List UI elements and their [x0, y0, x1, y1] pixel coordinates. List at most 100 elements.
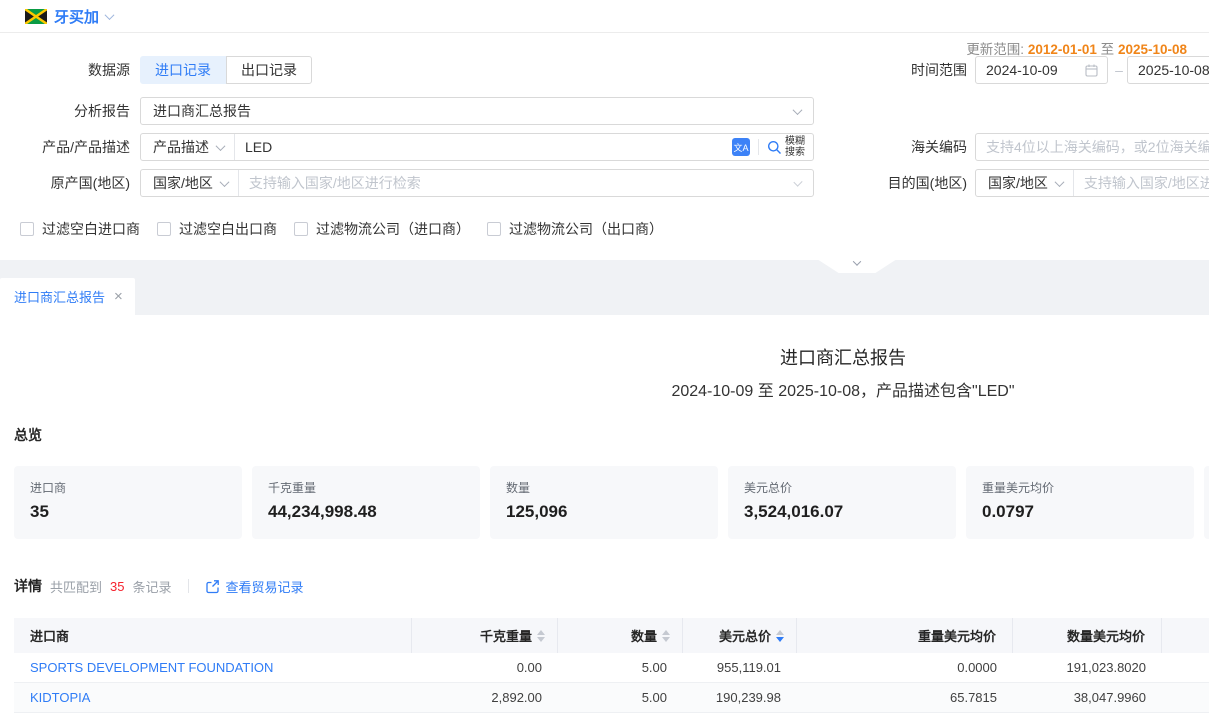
card-label: 重量美元均价 — [982, 479, 1178, 496]
overview-card-kg-weight: 千克重量 44,234,998.48 — [252, 466, 480, 539]
country-switcher[interactable]: 牙买加 — [25, 6, 113, 27]
column-header-usd-total[interactable]: 美元总价 — [683, 618, 797, 653]
tab-export-records[interactable]: 出口记录 — [226, 56, 312, 84]
importer-link[interactable]: SPORTS DEVELOPMENT FOUNDATION — [30, 660, 273, 675]
destination-field-type-select[interactable]: 国家/地区 — [976, 170, 1074, 196]
details-heading: 详情 — [14, 576, 42, 596]
chevron-down-icon — [105, 10, 115, 20]
column-header-usd-per-weight[interactable]: 重量美元均价 — [797, 618, 1013, 653]
destination-composite: 国家/地区 — [975, 169, 1209, 197]
cell-usd-per-weight: 65.7815 — [797, 683, 1013, 713]
cell-importer: SPORTS DEVELOPMENT FOUNDATION — [14, 653, 412, 683]
divider — [758, 139, 759, 155]
checkbox-icon[interactable] — [294, 222, 308, 236]
view-trade-records-link[interactable]: 查看贸易记录 — [205, 577, 304, 596]
column-header-partial — [1162, 618, 1209, 653]
sort-icon[interactable] — [537, 630, 545, 642]
end-date-input[interactable] — [1128, 57, 1209, 83]
divider — [188, 579, 189, 593]
collapse-form-button[interactable] — [817, 259, 897, 273]
product-keyword-input[interactable] — [235, 134, 732, 160]
column-header-importer[interactable]: 进口商 — [14, 618, 412, 653]
card-label: 千克重量 — [268, 479, 464, 496]
card-value: 125,096 — [506, 502, 702, 522]
origin-field-type-select[interactable]: 国家/地区 — [141, 170, 239, 196]
end-date-input-wrap — [1127, 56, 1209, 84]
cell-usd-total: 955,119.01 — [683, 653, 797, 683]
cell-kg-weight: 2,892.00 — [412, 683, 558, 713]
sort-icon-desc-active[interactable] — [776, 630, 784, 642]
sort-icon[interactable] — [662, 630, 670, 642]
translate-icon[interactable]: 文A — [732, 138, 750, 156]
fuzzy-search-button[interactable]: 模糊 搜索 — [767, 136, 813, 158]
report-select-label: 分析报告 — [0, 97, 130, 125]
details-bar: 详情 共匹配到 35 条记录 查看贸易记录 — [14, 576, 304, 596]
overview-card-usd-per-weight: 重量美元均价 0.0797 — [966, 466, 1194, 539]
match-prefix: 共匹配到 — [50, 577, 102, 596]
cell-usd-per-quantity: 191,023.8020 — [1013, 653, 1162, 683]
destination-country-input[interactable] — [1074, 170, 1209, 196]
hs-code-input[interactable] — [976, 134, 1209, 160]
table-header-row: 进口商 千克重量 数量 美元总价 重量美元均价 数量美 — [14, 618, 1209, 653]
tab-import-records[interactable]: 进口记录 — [140, 56, 226, 84]
origin-composite: 国家/地区 — [140, 169, 814, 197]
column-header-kg-weight[interactable]: 千克重量 — [412, 618, 558, 653]
hs-code-label: 海关编码 — [840, 133, 967, 161]
card-label: 美元总价 — [744, 479, 940, 496]
update-range-to: 至 — [1101, 42, 1115, 57]
importers-table: 进口商 千克重量 数量 美元总价 重量美元均价 数量美 — [14, 618, 1209, 713]
card-value: 3,524,016.07 — [744, 502, 940, 522]
magnifier-icon — [767, 140, 782, 155]
overview-cards: 进口商 35 千克重量 44,234,998.48 数量 125,096 美元总… — [14, 466, 1209, 539]
origin-label: 原产国(地区) — [0, 169, 130, 197]
report-select-value: 进口商汇总报告 — [141, 101, 251, 121]
chevron-down-icon — [793, 105, 803, 115]
overview-card-importers: 进口商 35 — [14, 466, 242, 539]
product-field-type-select[interactable]: 产品描述 — [141, 134, 235, 160]
report-subtitle: 2024-10-09 至 2025-10-08，产品描述包含"LED" — [0, 377, 1209, 401]
cell-importer: KIDTOPIA — [14, 683, 412, 713]
checkbox-filter-blank-importer[interactable]: 过滤空白进口商 — [20, 219, 140, 239]
product-label: 产品/产品描述 — [0, 133, 130, 161]
destination-label: 目的国(地区) — [840, 169, 967, 197]
checkbox-filter-logistics-exporter[interactable]: 过滤物流公司（出口商） — [487, 219, 663, 239]
product-field-type-value: 产品描述 — [153, 137, 209, 157]
cell-partial — [1162, 653, 1209, 683]
checkbox-icon[interactable] — [157, 222, 171, 236]
country-name: 牙买加 — [54, 6, 99, 27]
view-trade-records-icon — [205, 579, 220, 594]
cell-quantity: 5.00 — [558, 653, 683, 683]
checkbox-icon[interactable] — [20, 222, 34, 236]
checkbox-label: 过滤物流公司（出口商） — [509, 219, 663, 239]
importer-link[interactable]: KIDTOPIA — [30, 690, 90, 705]
cell-usd-per-weight: 0.0000 — [797, 653, 1013, 683]
update-range-label: 更新范围: — [966, 42, 1024, 57]
cell-partial — [1162, 683, 1209, 713]
checkbox-icon[interactable] — [487, 222, 501, 236]
column-header-quantity[interactable]: 数量 — [558, 618, 683, 653]
chevron-down-icon — [219, 177, 229, 187]
product-composite: 产品描述 文A 模糊 搜索 — [140, 133, 814, 161]
tab-importer-summary-report[interactable]: 进口商汇总报告 × — [0, 278, 135, 315]
tab-label: 进口商汇总报告 — [14, 287, 105, 306]
checkbox-filter-blank-exporter[interactable]: 过滤空白出口商 — [157, 219, 277, 239]
card-label: 数量 — [506, 479, 702, 496]
report-title: 进口商汇总报告 — [0, 344, 1209, 370]
hs-code-input-wrap — [975, 133, 1209, 161]
data-source-segmented: 进口记录 出口记录 — [140, 56, 312, 84]
overview-card-quantity: 数量 125,096 — [490, 466, 718, 539]
calendar-icon — [1085, 64, 1098, 77]
origin-field-type-value: 国家/地区 — [153, 173, 213, 193]
query-form: 更新范围: 2012-01-01 至 2025-10-08 数据源 进口记录 出… — [0, 33, 1209, 260]
checkbox-filter-logistics-importer[interactable]: 过滤物流公司（进口商） — [294, 219, 470, 239]
card-label: 进口商 — [30, 479, 226, 496]
cell-kg-weight: 0.00 — [412, 653, 558, 683]
origin-country-input[interactable] — [239, 170, 795, 196]
start-date-input[interactable] — [976, 57, 1079, 83]
card-value: 0.0797 — [982, 502, 1178, 522]
report-select[interactable]: 进口商汇总报告 — [140, 97, 814, 125]
close-icon[interactable]: × — [114, 289, 123, 304]
checkbox-label: 过滤空白出口商 — [179, 219, 277, 239]
column-header-usd-per-quantity[interactable]: 数量美元均价 — [1013, 618, 1162, 653]
overview-card-partial — [1204, 466, 1209, 539]
